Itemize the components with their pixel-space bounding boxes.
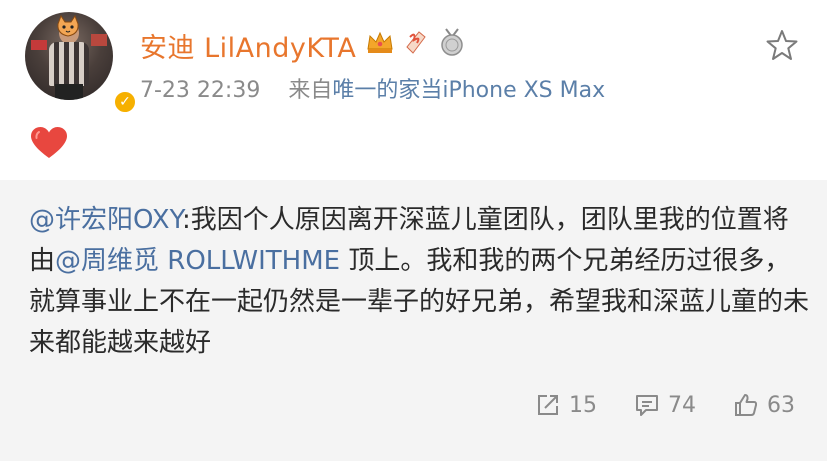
- comment-button[interactable]: 74: [634, 392, 696, 418]
- medal-badge-icon[interactable]: [437, 27, 467, 57]
- thumbs-up-icon: [735, 394, 758, 416]
- author-name[interactable]: 安迪 LilAndyKTA: [140, 26, 356, 65]
- user-badges: [365, 27, 467, 57]
- mention-link[interactable]: @许宏阳OXY: [29, 205, 182, 235]
- cat-emoji-icon: [57, 14, 79, 37]
- heart-icon: [31, 127, 67, 158]
- repost-button[interactable]: 15: [535, 392, 597, 418]
- like-button[interactable]: 63: [733, 392, 795, 418]
- comment-count: 74: [668, 392, 696, 418]
- verified-badge-icon: ✓: [113, 90, 137, 114]
- mention-link[interactable]: @周维觅 ROLLWITHME: [55, 246, 340, 276]
- crown-badge-icon[interactable]: [365, 27, 395, 57]
- comment-icon: [636, 395, 658, 416]
- post-source-prefix: 来自: [288, 78, 333, 103]
- avatar-detail: [49, 42, 89, 86]
- like-count: 63: [767, 392, 795, 418]
- avatar-detail: [55, 84, 83, 100]
- avatar-detail: [91, 34, 107, 46]
- avatar-detail: [31, 40, 47, 50]
- repost-text: @许宏阳OXY:我因个人原因离开深蓝儿童团队，团队里我的位置将由@周维觅 ROL…: [29, 200, 809, 364]
- repost-count: 15: [569, 392, 597, 418]
- action-bar: 15 74 63: [0, 392, 827, 426]
- avatar[interactable]: ✓: [25, 12, 137, 114]
- post-source[interactable]: 唯一的家当iPhone XS Max: [332, 78, 605, 103]
- repost-icon: [538, 395, 558, 415]
- gift-badge-icon[interactable]: [401, 27, 431, 57]
- post-meta: 7-23 22:39 来自唯一的家当iPhone XS Max: [140, 72, 605, 104]
- star-icon[interactable]: [765, 28, 799, 62]
- post-timestamp: 7-23 22:39: [140, 78, 261, 103]
